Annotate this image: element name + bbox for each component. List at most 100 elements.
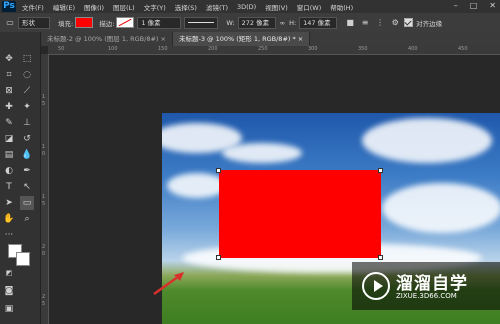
eyedropper-tool-icon[interactable]: ⟋: [20, 84, 34, 98]
options-bar: ▭ 形状 填充: 描边: 1 像素 W: 272 像素 ∞ H: 147 像素 …: [0, 13, 500, 33]
watermark-url: ZIXUE.3D66.COM: [396, 292, 457, 300]
stroke-line-icon: [188, 21, 215, 23]
document-tabs: 未标题-2 @ 100% (图层 1, RGB/8#) × 未标题-3 @ 10…: [41, 32, 500, 46]
menu-select[interactable]: 选择(S): [175, 2, 197, 12]
watermark-title: 溜溜自学: [396, 274, 468, 294]
transform-handle[interactable]: [216, 168, 221, 173]
ruler-tick: 400: [408, 46, 418, 52]
link-icon[interactable]: ∞: [280, 19, 285, 27]
ruler-tick: 1: [42, 194, 46, 200]
tab-untitled-3[interactable]: 未标题-3 @ 100% (矩形 1, RGB/8#) * ×: [172, 32, 311, 46]
width-field[interactable]: 272 像素: [237, 16, 276, 29]
align-edges-checkbox[interactable]: [404, 18, 414, 27]
ruler-tick: 100: [108, 46, 118, 52]
menu-window[interactable]: 窗口(W): [297, 2, 322, 12]
menu-view[interactable]: 视图(V): [265, 2, 288, 12]
path-arrangement-icon[interactable]: ⋮: [375, 18, 385, 28]
ruler-tick: 1: [42, 94, 46, 100]
zoom-tool-icon[interactable]: ⌕: [20, 212, 34, 226]
menu-type[interactable]: 文字(Y): [144, 2, 166, 12]
minimize-button[interactable]: –: [454, 1, 458, 10]
marquee-tool-icon[interactable]: ⬚: [20, 52, 34, 66]
ruler-tick: 150: [158, 46, 168, 52]
transform-handle[interactable]: [378, 168, 383, 173]
screen-mode-icon[interactable]: ▣: [2, 302, 16, 316]
red-arrow-annotation: [153, 272, 184, 296]
path-operations-icon[interactable]: ■: [345, 18, 355, 28]
direct-selection-tool-icon[interactable]: ➤: [2, 196, 16, 210]
rectangle-tool-icon[interactable]: ▭: [20, 196, 34, 210]
menu-filter[interactable]: 滤镜(T): [206, 2, 228, 12]
tools-panel: ✥ ⬚ ⌗ ◌ ⊠ ⟋ ✚ ✦ ✎ ⊥ ◪ ↺ ▤ 💧 ◐ ✒ T ↖ ➤ ▭ …: [0, 32, 41, 324]
no-stroke-icon: [118, 18, 132, 27]
background-color-swatch[interactable]: [16, 252, 30, 266]
transform-handle[interactable]: [216, 255, 221, 260]
fill-label: 填充:: [58, 19, 74, 28]
history-brush-tool-icon[interactable]: ↺: [20, 132, 34, 146]
ruler-tick: 0: [42, 251, 46, 257]
eraser-tool-icon[interactable]: ◪: [2, 132, 16, 146]
ruler-tick: 2: [42, 244, 46, 250]
cloud-image-region: [222, 143, 302, 163]
height-label: H:: [289, 18, 297, 27]
cloud-image-region: [382, 183, 500, 233]
window-controls: – □ ✕: [454, 1, 496, 10]
cloud-image-region: [362, 118, 492, 163]
move-tool-icon[interactable]: ✥: [2, 52, 16, 66]
lasso-tool-icon[interactable]: ◌: [20, 68, 34, 82]
fill-color-swatch[interactable]: [75, 17, 94, 28]
ruler-tick: 300: [308, 46, 318, 52]
brush-tool-icon[interactable]: ✎: [2, 116, 16, 130]
ruler-tick: 50: [58, 46, 65, 52]
gradient-tool-icon[interactable]: ▤: [2, 148, 16, 162]
healing-brush-tool-icon[interactable]: ✚: [2, 100, 16, 114]
photoshop-logo: Ps: [2, 1, 16, 12]
ruler-tick: 5: [42, 301, 46, 307]
crop-tool-icon[interactable]: ⌗: [2, 68, 16, 82]
ruler-tick: 5: [42, 201, 46, 207]
menu-file[interactable]: 文件(F): [22, 2, 44, 12]
menu-help[interactable]: 帮助(H): [330, 2, 353, 12]
ruler-tick: 1: [42, 144, 46, 150]
maximize-button[interactable]: □: [470, 1, 478, 10]
magic-wand-tool-icon[interactable]: ✦: [20, 100, 34, 114]
tool-mode-select[interactable]: 形状: [18, 16, 50, 29]
ruler-tick: 0: [42, 151, 46, 157]
gear-icon[interactable]: ⚙: [390, 18, 400, 28]
shape-tool-preset-icon[interactable]: ▭: [5, 18, 15, 28]
clone-stamp-tool-icon[interactable]: ⊥: [20, 116, 34, 130]
stroke-type-select[interactable]: [184, 16, 219, 29]
ruler-tick: 350: [358, 46, 368, 52]
ruler-tick: 2: [42, 294, 46, 300]
ruler-tick: 250: [258, 46, 268, 52]
menu-edit[interactable]: 编辑(E): [53, 2, 75, 12]
stroke-color-swatch[interactable]: [116, 17, 135, 28]
rectangle-shape-layer[interactable]: [219, 170, 381, 258]
more-tools-icon[interactable]: ···: [2, 228, 16, 242]
menu-bar: Ps 文件(F) 编辑(E) 图像(I) 图层(L) 文字(Y) 选择(S) 滤…: [0, 0, 500, 13]
ruler-tick: 200: [208, 46, 218, 52]
menu-layer[interactable]: 图层(L): [113, 2, 135, 12]
quick-mask-icon[interactable]: ◙: [2, 284, 16, 298]
stroke-width-field[interactable]: 1 像素: [137, 16, 182, 29]
blur-tool-icon[interactable]: 💧: [20, 148, 34, 162]
type-tool-icon[interactable]: T: [2, 180, 16, 194]
width-label: W:: [226, 18, 235, 27]
default-colors-icon[interactable]: ◩: [2, 266, 16, 280]
pen-tool-icon[interactable]: ✒: [20, 164, 34, 178]
path-alignment-icon[interactable]: ≡: [360, 18, 370, 28]
path-selection-tool-icon[interactable]: ↖: [20, 180, 34, 194]
close-button[interactable]: ✕: [489, 1, 496, 10]
tab-untitled-2[interactable]: 未标题-2 @ 100% (图层 1, RGB/8#) ×: [41, 32, 173, 46]
watermark-logo: 溜溜自学 ZIXUE.3D66.COM: [352, 262, 500, 310]
menu-3d[interactable]: 3D(D): [237, 3, 256, 11]
frame-tool-icon[interactable]: ⊠: [2, 84, 16, 98]
transform-handle[interactable]: [378, 255, 383, 260]
play-logo-icon: [362, 272, 390, 300]
cloud-image-region: [167, 173, 227, 198]
height-field[interactable]: 147 像素: [299, 16, 338, 29]
stroke-label: 描边:: [99, 19, 115, 28]
dodge-tool-icon[interactable]: ◐: [2, 164, 16, 178]
hand-tool-icon[interactable]: ✋: [2, 212, 16, 226]
menu-image[interactable]: 图像(I): [84, 2, 104, 12]
